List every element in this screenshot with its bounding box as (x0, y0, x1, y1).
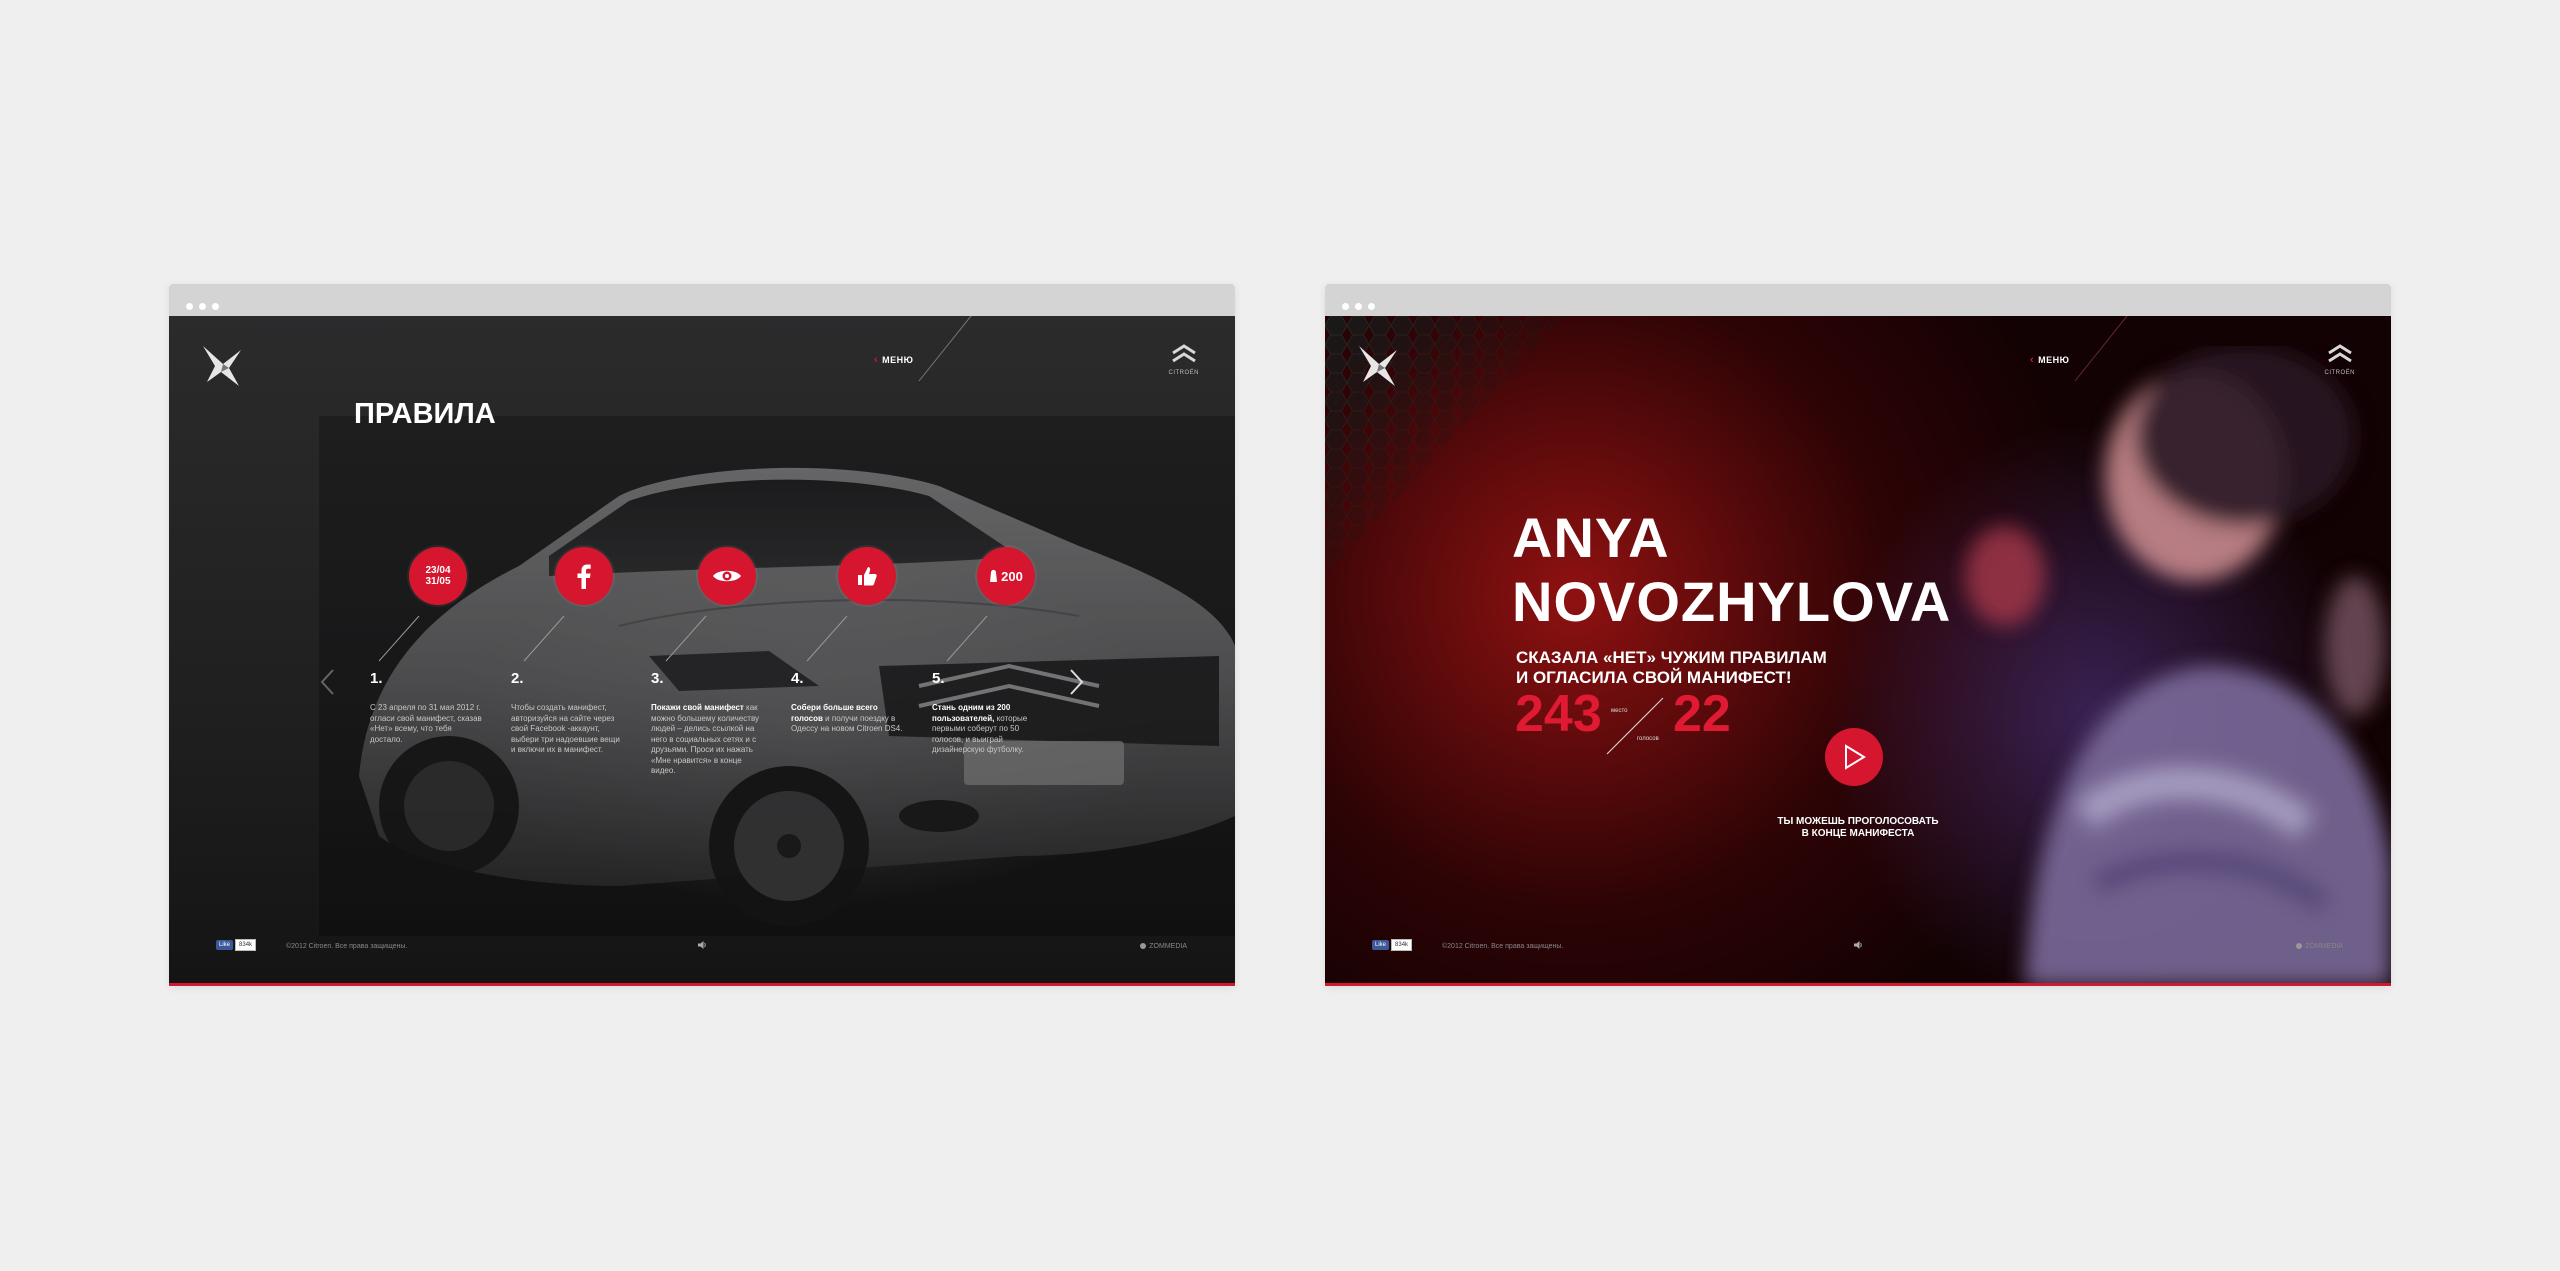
facebook-like-widget[interactable]: Like 834k (1372, 933, 1413, 951)
step-5-count-badge: 200 (977, 547, 1035, 605)
next-arrow-icon[interactable] (1069, 668, 1085, 696)
agency-icon (1140, 943, 1147, 950)
prev-arrow-icon[interactable] (319, 668, 335, 696)
menu-label: МЕНЮ (2038, 355, 2070, 365)
votes-value: 22 (1673, 685, 1731, 743)
step-description: Стань одним из 200 пользователей, которы… (932, 703, 1028, 754)
window-controls[interactable] (186, 297, 225, 315)
step-connectors (378, 615, 988, 662)
step-1-date-badge: 23/04 31/05 (409, 547, 467, 605)
votes-label: голосов (1637, 736, 1659, 742)
sound-icon[interactable] (1853, 940, 1863, 953)
step-2-facebook-badge (555, 547, 613, 605)
like-count: 834k (235, 939, 257, 951)
eye-icon (713, 570, 741, 582)
facebook-like-widget[interactable]: Like 834k (216, 933, 257, 951)
facebook-icon (577, 564, 591, 589)
rules-screen: ‹ МЕНЮ CITROËN ПРАВИЛА 23/04 31/05 200 1… (169, 316, 1235, 986)
step-number: 2. (511, 670, 524, 687)
menu-button[interactable]: ‹ МЕНЮ (2030, 354, 2069, 366)
sound-icon[interactable] (697, 940, 707, 953)
step-description: Чтобы создать манифест, авторизуйся на с… (511, 703, 620, 754)
copyright: ©2012 Citroen. Все права защищены. (1442, 943, 1564, 950)
step-description: С 23 апреля по 31 мая 2012 г. огласи сво… (370, 703, 482, 744)
step-5-count: 200 (1001, 568, 1023, 584)
person-photo (1965, 346, 2391, 986)
score-divider (1606, 697, 1664, 755)
agency-icon (2296, 943, 2303, 950)
tshirt-icon (990, 570, 998, 582)
agency-credit[interactable]: ZOMMEDIA (2296, 943, 2343, 950)
step-number: 5. (932, 670, 945, 687)
step-number: 3. (651, 670, 664, 687)
browser-window-rules: ‹ МЕНЮ CITROËN ПРАВИЛА 23/04 31/05 200 1… (169, 284, 1235, 986)
window-titlebar (1325, 284, 2391, 316)
step-description: Собери больше всего голосов и получи пое… (791, 703, 903, 733)
window-titlebar (169, 284, 1235, 316)
step-description: Покажи свой манифест как можно большему … (651, 703, 760, 775)
facebook-like-button[interactable]: Like (1372, 940, 1390, 950)
agency-credit[interactable]: ZOMMEDIA (1140, 943, 1187, 950)
citroen-logo[interactable]: CITROËN (2325, 344, 2356, 376)
ds-logo[interactable] (1357, 342, 1401, 390)
thumbs-up-icon (858, 567, 877, 586)
step-number: 4. (791, 670, 804, 687)
copyright: ©2012 Citroen. Все права защищены. (286, 943, 408, 950)
place-value: 243 (1515, 685, 1602, 743)
menu-divider-line (2074, 316, 2128, 382)
play-icon (1845, 744, 1866, 770)
bottom-accent-line (1325, 983, 2391, 986)
step-3-view-badge (698, 547, 756, 605)
manifesto-screen: ‹ МЕНЮ CITROËN ANYA NOVOZHYLOVA СКАЗАЛА «… (1325, 316, 2391, 986)
like-count: 834k (1391, 939, 1413, 951)
citroen-chevrons-icon (2327, 344, 2352, 363)
window-controls[interactable] (1342, 297, 1381, 315)
participant-name: ANYA NOVOZHYLOVA (1512, 506, 1952, 633)
chevron-left-icon: ‹ (2030, 354, 2035, 366)
participant-subtitle: СКАЗАЛА «НЕТ» ЧУЖИМ ПРАВИЛАМ И ОГЛАСИЛА … (1516, 648, 1827, 687)
step-number: 1. (370, 670, 383, 687)
facebook-like-button[interactable]: Like (216, 940, 234, 950)
brand-word: CITROËN (2324, 370, 2355, 376)
play-button[interactable] (1825, 728, 1883, 786)
browser-window-manifesto: ‹ МЕНЮ CITROËN ANYA NOVOZHYLOVA СКАЗАЛА «… (1325, 284, 2391, 986)
step-4-like-badge (838, 547, 896, 605)
vote-note: ТЫ МОЖЕШЬ ПРОГОЛОСОВАТЬ В КОНЦЕ МАНИФЕСТ… (1777, 816, 1939, 839)
bottom-accent-line (169, 983, 1235, 986)
